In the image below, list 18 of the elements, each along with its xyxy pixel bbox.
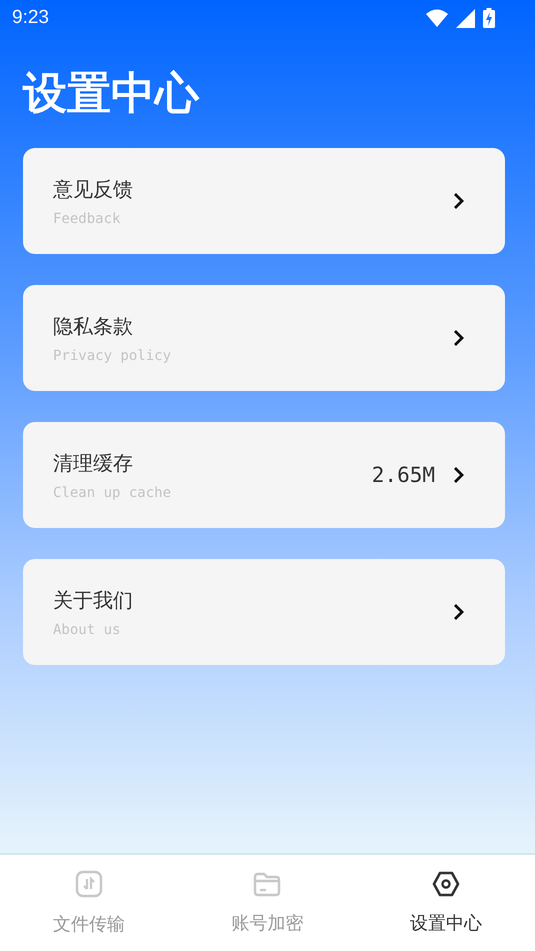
folder-icon xyxy=(253,871,282,897)
chevron-icon xyxy=(453,466,465,484)
cache-size: 2.65M xyxy=(372,463,435,487)
battery-icon xyxy=(483,8,495,28)
wifi-icon xyxy=(426,9,448,27)
item-title: 关于我们 xyxy=(53,586,134,614)
item-title: 隐私条款 xyxy=(53,312,134,340)
chevron-icon xyxy=(453,329,465,347)
chevron-icon xyxy=(453,192,465,210)
page-title: 设置中心 xyxy=(23,67,200,121)
status-time: 9:23 xyxy=(12,7,49,29)
nav-tab[interactable]: 设置中心 xyxy=(356,855,535,951)
chevron-icon xyxy=(453,603,465,621)
item-title: 意见反馈 xyxy=(53,176,134,202)
signal-icon xyxy=(456,8,475,28)
settings-icon xyxy=(432,871,460,897)
transfer-icon xyxy=(75,870,104,898)
item-title: 清理缓存 xyxy=(53,450,134,476)
